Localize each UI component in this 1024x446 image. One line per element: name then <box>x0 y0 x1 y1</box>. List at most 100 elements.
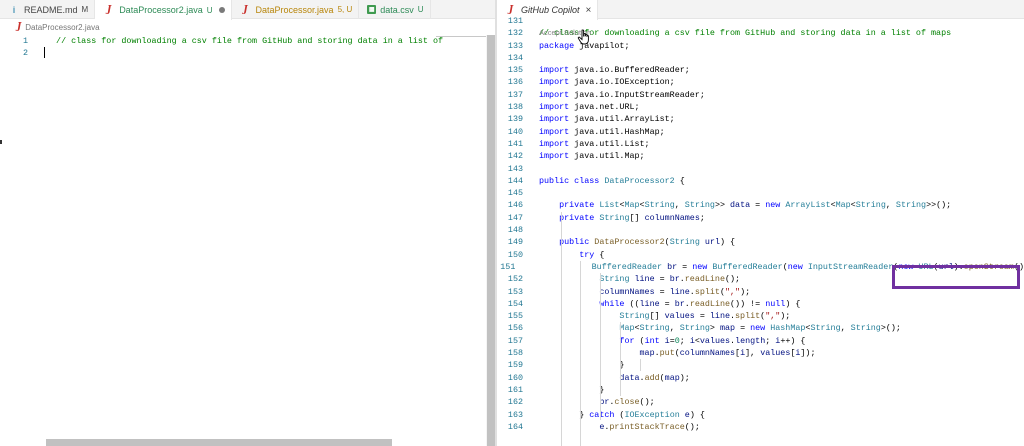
code-line[interactable]: 159 } <box>497 359 1024 371</box>
left-editor-tabbar: i README.md M J DataProcessor2.java U J DataPro… <box>0 0 496 20</box>
tab-dataprocessor2-java[interactable]: J DataProcessor2.java U <box>95 0 232 20</box>
hand-pointer-icon <box>577 29 589 45</box>
code-text: for (int i=0; i<values.length; i++) { <box>619 335 806 346</box>
code-line[interactable]: 150 try { <box>497 249 1024 261</box>
code-line[interactable]: 157 for (int i=0; i<values.length; i++) … <box>497 335 1024 347</box>
line-number: 155 <box>507 311 523 322</box>
line-number: 139 <box>507 114 523 125</box>
code-line[interactable]: 154 while ((line = br.readLine()) != nul… <box>497 298 1024 310</box>
info-file-icon: i <box>12 4 16 15</box>
line-number: 148 <box>507 225 523 236</box>
line-number: 156 <box>507 323 523 334</box>
line-number: 134 <box>507 52 523 63</box>
tab-label: GitHub Copilot <box>521 5 580 15</box>
line-number: 138 <box>507 102 523 113</box>
line-number: 164 <box>507 421 523 432</box>
line-number: 149 <box>507 237 523 248</box>
tab-readme-md[interactable]: i README.md M <box>0 0 96 19</box>
code-line[interactable]: 163 } catch (IOException e) { <box>497 409 1024 421</box>
code-line[interactable]: 149 public DataProcessor2(String url) { <box>497 236 1024 248</box>
line-number: 146 <box>507 200 523 211</box>
tab-label: README.md <box>24 4 78 15</box>
code-text: import java.io.BufferedReader; <box>539 65 690 76</box>
code-line[interactable]: 1 // class for downloading a csv file fr… <box>0 35 486 47</box>
tab-label: DataProcessor2.java <box>119 5 203 15</box>
code-text: private String[] columnNames; <box>559 212 705 223</box>
code-text: br.close(); <box>599 397 655 408</box>
line-number: 159 <box>507 360 523 371</box>
text-cursor <box>44 47 45 58</box>
tab-label: DataProcessor.java <box>255 4 334 15</box>
code-line[interactable]: 135 import java.io.BufferedReader; <box>497 64 1024 76</box>
minimap[interactable] <box>436 36 486 37</box>
line-number: 158 <box>507 348 523 359</box>
line-number: 133 <box>507 40 523 51</box>
line-number: 136 <box>507 77 523 88</box>
line-number: 147 <box>507 212 523 223</box>
close-icon[interactable]: × <box>586 5 592 16</box>
code-text: import java.util.Map; <box>539 151 645 162</box>
code-line[interactable]: 160 data.add(map); <box>497 372 1024 384</box>
indent-guide <box>600 273 601 420</box>
vertical-scrollbar-thumb[interactable] <box>487 35 495 446</box>
gutter-marker <box>0 140 2 144</box>
copilot-code-panel[interactable]: 131 132 // class for downloading a csv fil… <box>497 15 1024 433</box>
code-line[interactable]: 131 <box>497 15 1024 27</box>
line-number: 150 <box>507 249 523 260</box>
code-line[interactable]: 158 map.put(columnNames[i], values[i]); <box>497 347 1024 359</box>
line-number: 135 <box>507 65 523 76</box>
code-line[interactable]: 161 } <box>497 384 1024 396</box>
code-line[interactable]: 144 public class DataProcessor2 { <box>497 175 1024 187</box>
tab-dataprocessor-java[interactable]: J DataProcessor.java 5, U <box>232 0 360 19</box>
code-text: try { <box>579 249 605 260</box>
code-line[interactable]: 162 br.close(); <box>497 396 1024 408</box>
code-text: // class for downloading a csv file from… <box>539 28 952 39</box>
code-line[interactable]: 156 Map<String, String> map = new HashMa… <box>497 322 1024 334</box>
code-text: // class for downloading a csv file from… <box>46 36 444 46</box>
code-line[interactable]: 148 <box>497 224 1024 236</box>
code-text: String[] values = line.split(","); <box>619 311 791 322</box>
indent-guide <box>561 212 562 446</box>
code-text: import java.net.URL; <box>539 102 640 113</box>
code-line[interactable]: 164 e.printStackTrace(); <box>497 421 1024 433</box>
breadcrumb[interactable]: J DataProcessor2.java <box>17 21 100 33</box>
code-text: } catch (IOException e) { <box>539 409 705 420</box>
code-text: import java.util.HashMap; <box>539 126 665 137</box>
line-number: 154 <box>507 298 523 309</box>
code-line[interactable]: 147 private String[] columnNames; <box>497 212 1024 224</box>
code-text: } <box>539 360 625 371</box>
tab-label: data.csv <box>380 4 414 15</box>
code-line[interactable]: 138 import java.net.URL; <box>497 101 1024 113</box>
code-line[interactable]: 146 private List<Map<String, String>> da… <box>497 199 1024 211</box>
code-text: } <box>539 384 605 395</box>
code-text: private List<Map<String, String>> data =… <box>559 200 952 211</box>
line-number: 145 <box>507 188 523 199</box>
unsaved-dot-icon[interactable] <box>218 7 225 13</box>
line-number: 153 <box>507 286 523 297</box>
tab-data-csv[interactable]: ▦ data.csv U <box>359 0 431 19</box>
line-number: 151 <box>500 261 516 272</box>
line-number: 144 <box>507 175 523 186</box>
line-number: 132 <box>507 28 523 39</box>
code-text: import java.util.ArrayList; <box>539 114 675 125</box>
line-number: 142 <box>507 151 523 162</box>
code-text: public DataProcessor2(String url) { <box>559 237 736 248</box>
code-line[interactable]: 140 import java.util.HashMap; <box>497 126 1024 138</box>
code-line[interactable]: 142 import java.util.Map; <box>497 150 1024 162</box>
line-number: 141 <box>507 138 523 149</box>
code-line[interactable]: 141 import java.util.List; <box>497 138 1024 150</box>
code-line[interactable]: 134 <box>497 52 1024 64</box>
csv-file-icon: ▦ <box>367 5 377 14</box>
code-line[interactable]: 145 <box>497 187 1024 199</box>
code-line[interactable]: 2 <box>0 47 486 59</box>
code-line[interactable]: 136 import java.io.IOException; <box>497 76 1024 88</box>
left-code-editor[interactable]: 1 // class for downloading a csv file fr… <box>0 35 486 60</box>
code-line[interactable]: 143 <box>497 163 1024 175</box>
indent-guide <box>580 261 581 446</box>
code-line[interactable]: 155 String[] values = line.split(","); <box>497 310 1024 322</box>
horizontal-scrollbar-thumb[interactable] <box>46 439 392 446</box>
code-line[interactable]: 139 import java.util.ArrayList; <box>497 113 1024 125</box>
code-line[interactable]: 137 import java.io.InputStreamReader; <box>497 89 1024 101</box>
line-number: 157 <box>507 335 523 346</box>
breadcrumb-file[interactable]: DataProcessor2.java <box>25 23 99 32</box>
